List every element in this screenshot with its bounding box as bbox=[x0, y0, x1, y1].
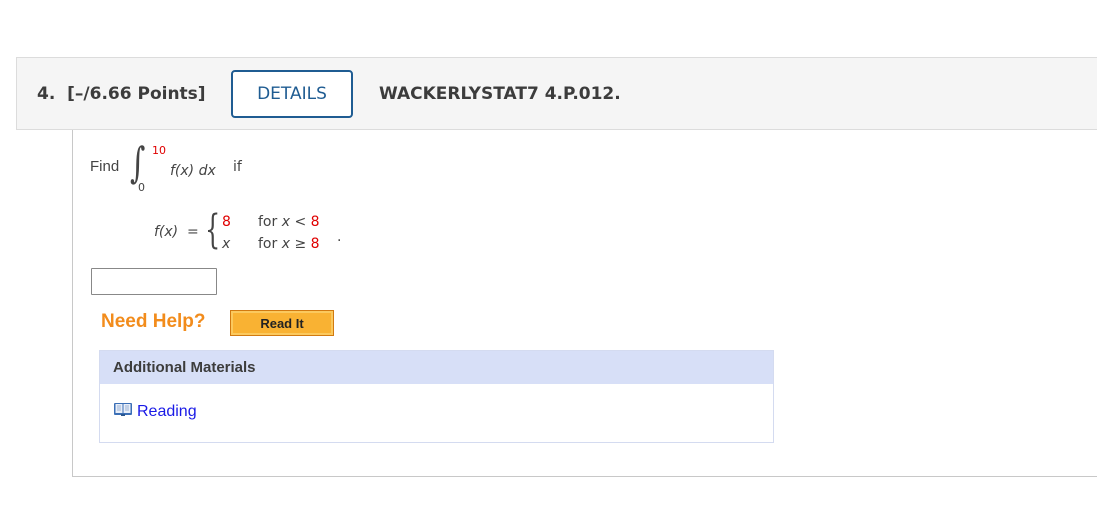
function-lhs-text: f(x) = bbox=[154, 224, 199, 240]
piecewise-brace: { bbox=[205, 207, 221, 253]
question-points: [–/6.66 Points] bbox=[67, 84, 206, 104]
book-icon bbox=[113, 401, 133, 422]
case-2-op: ≥ bbox=[290, 236, 311, 252]
answer-input[interactable] bbox=[91, 268, 217, 295]
details-button[interactable]: DETAILS bbox=[231, 70, 353, 118]
case-1-bound: 8 bbox=[310, 214, 320, 230]
reading-link[interactable]: Reading bbox=[113, 401, 197, 422]
case-1-for: for bbox=[258, 214, 282, 230]
function-lhs: f(x) = bbox=[154, 224, 199, 240]
additional-materials-title: Additional Materials bbox=[100, 351, 773, 384]
question-code: WACKERLYSTAT7 4.P.012. bbox=[379, 84, 621, 104]
reading-link-label: Reading bbox=[137, 402, 197, 420]
case-1-op: < bbox=[290, 214, 311, 230]
need-help-label: Need Help? bbox=[101, 311, 206, 332]
case-2-for: for bbox=[258, 236, 282, 252]
case-2-condition: for x ≥ 8 bbox=[258, 236, 320, 252]
lower-limit: 0 bbox=[138, 181, 145, 194]
case-1-value: 8 bbox=[222, 214, 231, 230]
integrand-function: f(x) bbox=[170, 163, 195, 179]
case-1-condition: for x < 8 bbox=[258, 214, 320, 230]
case-2-bound: 8 bbox=[310, 236, 320, 252]
period: . bbox=[337, 229, 342, 245]
case-2-var: x bbox=[281, 236, 290, 252]
question-header: 4. [–/6.66 Points] DETAILS WACKERLYSTAT7… bbox=[16, 57, 1097, 130]
integrand: f(x) dx bbox=[170, 163, 216, 179]
question-number: 4. bbox=[37, 84, 56, 104]
integral-sign: ∫ bbox=[130, 138, 146, 187]
upper-limit: 10 bbox=[152, 144, 166, 157]
question-number-points: 4. [–/6.66 Points] bbox=[37, 84, 206, 104]
case-1-var: x bbox=[281, 214, 290, 230]
if-word: if bbox=[233, 159, 242, 175]
read-it-button[interactable]: Read It bbox=[230, 310, 334, 336]
integrand-differential: dx bbox=[198, 163, 216, 179]
additional-materials-panel: Additional Materials Reading bbox=[99, 350, 774, 443]
case-2-value: x bbox=[222, 236, 231, 252]
find-label: Find bbox=[90, 158, 120, 175]
